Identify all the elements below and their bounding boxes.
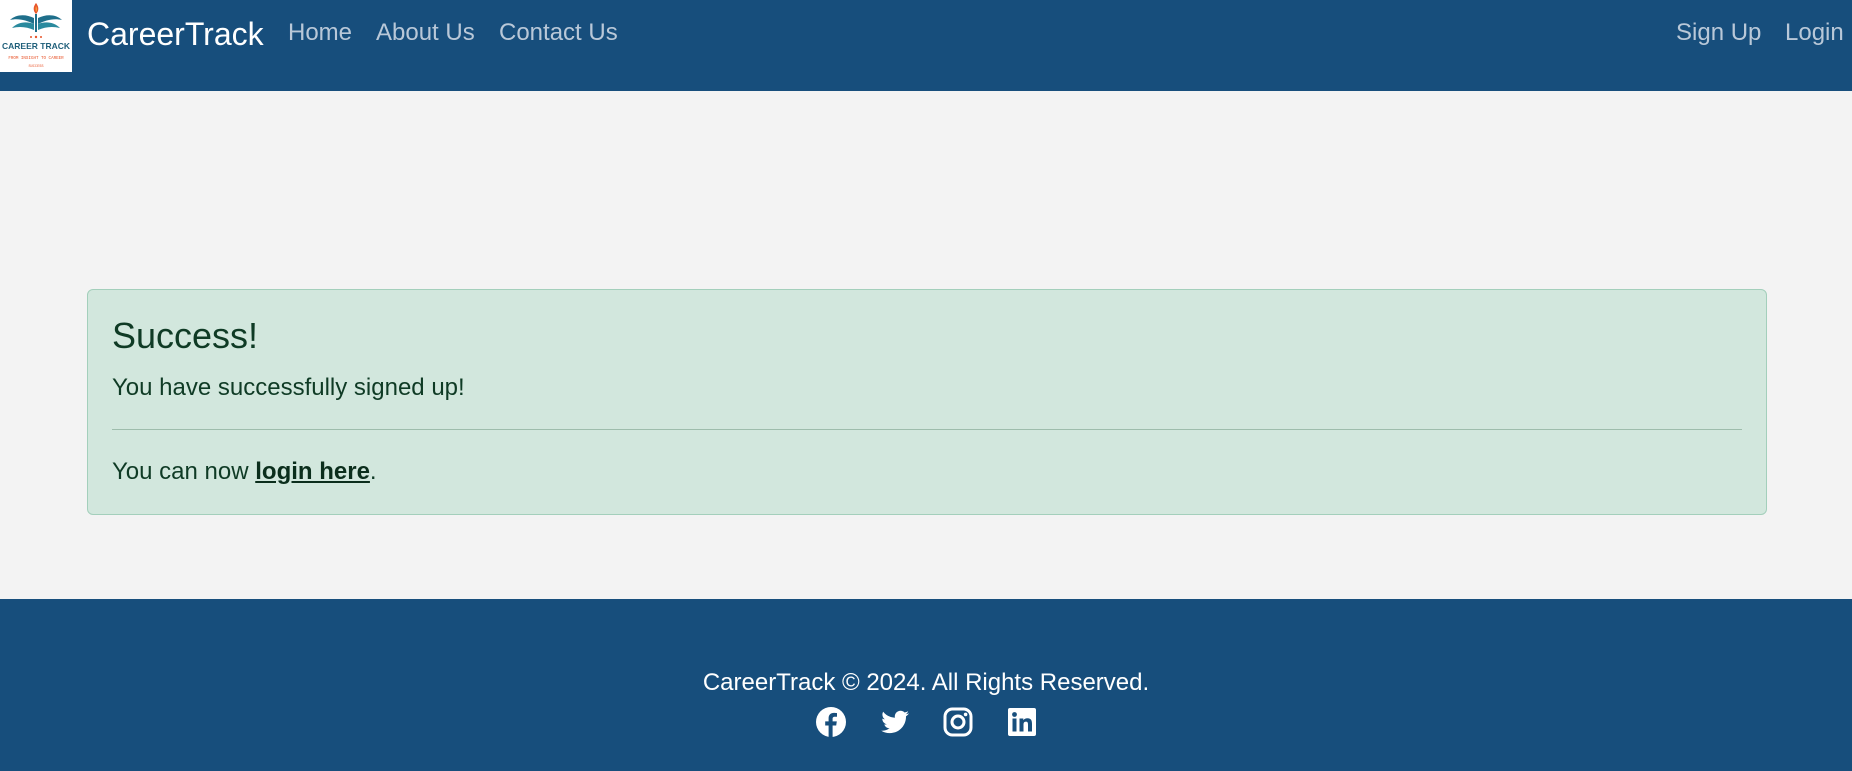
nav-home-link[interactable]: Home: [288, 18, 352, 48]
alert-message: You have successfully signed up!: [112, 374, 465, 401]
alert-heading: Success!: [112, 315, 259, 356]
twitter-icon[interactable]: [879, 706, 911, 738]
logo-subtagline: SUCCESS: [28, 65, 43, 69]
nav-signup-link[interactable]: Sign Up: [1676, 18, 1761, 48]
alert-footer-text: You can now login here.: [112, 457, 377, 487]
success-alert: Success! You have successfully signed up…: [87, 289, 1767, 515]
footer-copyright: CareerTrack © 2024. All Rights Reserved.: [702, 669, 1150, 696]
career-track-logo-icon: CAREER TRACK FROM INSIGHT TO CAREER SUCC…: [2, 3, 71, 69]
alert-footer-prefix: You can now: [112, 458, 256, 485]
brand-logo[interactable]: CAREER TRACK FROM INSIGHT TO CAREER SUCC…: [0, 0, 72, 72]
nav-contact-link[interactable]: Contact Us: [499, 18, 618, 48]
nav-about-link[interactable]: About Us: [376, 18, 475, 48]
facebook-icon[interactable]: [815, 706, 847, 738]
instagram-icon[interactable]: [942, 706, 974, 738]
nav-login-link[interactable]: Login: [1785, 18, 1844, 48]
brand-name[interactable]: CareerTrack: [87, 15, 264, 53]
logo-text: CAREER TRACK: [2, 41, 71, 51]
footer: CareerTrack © 2024. All Rights Reserved.: [0, 599, 1852, 771]
logo-tagline: FROM INSIGHT TO CAREER: [8, 57, 64, 61]
alert-divider: [112, 429, 1742, 430]
navbar: CAREER TRACK FROM INSIGHT TO CAREER SUCC…: [0, 0, 1852, 91]
login-here-link[interactable]: login here: [255, 458, 370, 485]
linkedin-icon[interactable]: [1006, 706, 1038, 738]
alert-footer-suffix: .: [369, 458, 377, 485]
